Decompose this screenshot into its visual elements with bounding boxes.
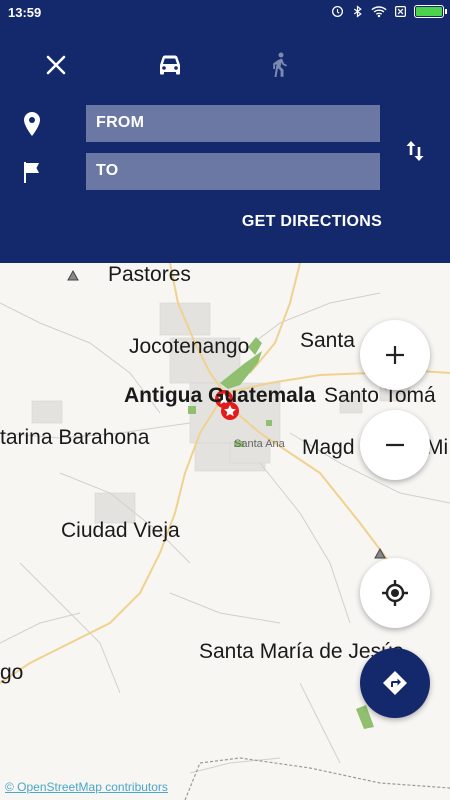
alarm-icon (331, 5, 344, 18)
location-pin-icon (19, 111, 45, 137)
walk-icon (273, 52, 287, 77)
place-label: go (0, 661, 24, 684)
directions-panel: FROM TO GET DIRECTIONS (0, 26, 450, 263)
bluetooth-icon (353, 5, 362, 18)
car-mode-button[interactable] (148, 43, 192, 87)
osm-attribution-link[interactable]: © OpenStreetMap contributors (5, 780, 168, 794)
zoom-in-button[interactable] (360, 320, 430, 390)
status-bar: 13:59 (0, 0, 450, 26)
close-icon (46, 55, 66, 75)
directions-button[interactable] (360, 648, 430, 718)
status-icons (331, 5, 447, 18)
to-field[interactable]: TO (86, 153, 380, 190)
plus-icon (386, 346, 404, 364)
swap-button[interactable] (398, 134, 432, 168)
flag-icon (19, 159, 45, 185)
sim-icon (395, 6, 406, 17)
place-label: tarina Barahona (0, 426, 150, 449)
place-label: Magd (302, 436, 355, 459)
car-icon (160, 55, 180, 75)
swap-vert-icon (406, 141, 424, 161)
status-time: 13:59 (8, 5, 42, 20)
place-label: Santa (300, 329, 355, 352)
zoom-out-button[interactable] (360, 410, 430, 480)
get-directions-button[interactable]: GET DIRECTIONS (232, 206, 392, 238)
place-label: Pastores (108, 263, 191, 286)
my-location-button[interactable] (360, 558, 430, 628)
battery-icon (414, 5, 447, 18)
directions-icon (383, 671, 407, 695)
minus-icon (386, 443, 404, 447)
my-location-icon (382, 580, 408, 606)
close-button[interactable] (34, 43, 78, 87)
wifi-icon (371, 6, 387, 18)
place-label: Ciudad Vieja (61, 519, 180, 542)
walk-mode-button[interactable] (258, 43, 302, 87)
place-label: Santa Ana (234, 438, 285, 450)
place-label: Jocotenango (129, 335, 250, 358)
place-label: Santo Tomá (324, 384, 436, 407)
place-label: Antigua Guatemala (124, 384, 316, 407)
from-field[interactable]: FROM (86, 105, 380, 142)
